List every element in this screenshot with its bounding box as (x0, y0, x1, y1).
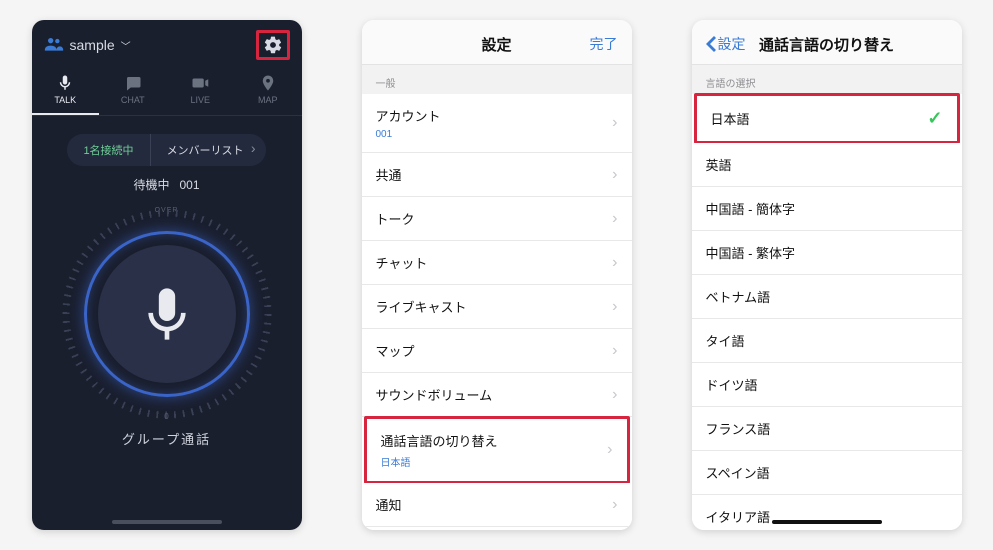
connected-count: 1名接続中 (67, 134, 149, 166)
row-label: トーク (376, 209, 415, 228)
settings-row[interactable]: メタデータ› (362, 527, 632, 530)
mic-icon (54, 74, 76, 92)
language-row[interactable]: フランス語 (692, 407, 962, 451)
language-row[interactable]: スペイン語 (692, 451, 962, 495)
nav-bar: 設定 通話言語の切り替え (692, 20, 962, 65)
language-row[interactable]: 中国語 - 繁体字 (692, 231, 962, 275)
settings-button-highlight (256, 30, 290, 60)
settings-row[interactable]: アカウント 001 › (362, 94, 632, 153)
mic-icon (139, 286, 195, 342)
chevron-right-icon: › (612, 254, 617, 272)
language-label: スペイン語 (706, 463, 770, 482)
chat-icon (122, 74, 144, 92)
status-pill: 1名接続中 メンバーリスト (32, 134, 302, 166)
tab-label: CHAT (121, 95, 145, 105)
nav-bar: 設定 完了 (362, 20, 632, 65)
settings-row[interactable]: チャット › (362, 241, 632, 285)
back-button[interactable]: 設定 (706, 34, 746, 54)
language-row[interactable]: タイ語 (692, 319, 962, 363)
ptt-button[interactable] (98, 245, 236, 383)
settings-row[interactable]: マップ › (362, 329, 632, 373)
back-label: 設定 (718, 34, 746, 54)
home-indicator (772, 520, 882, 524)
chevron-right-icon: › (607, 441, 612, 459)
row-label: ライブキャスト (376, 297, 467, 316)
tab-chat[interactable]: CHAT (99, 68, 167, 115)
language-row[interactable]: 英語 (692, 143, 962, 187)
video-icon (189, 74, 211, 92)
check-icon: ✓ (927, 108, 942, 129)
row-label: 通話言語の切り替え (381, 431, 498, 450)
chevron-right-icon: › (612, 298, 617, 316)
row-sublabel: 001 (376, 129, 441, 140)
row-label: 通知 (376, 495, 402, 514)
status-label: 待機中 (133, 178, 169, 192)
dial-zero-label: 0 (164, 412, 168, 421)
row-sublabel: 日本語 (381, 454, 498, 469)
pin-icon (257, 74, 279, 92)
screen-talk: sample ﹀ TALK CHAT LIVE MAP 1名接続中 (32, 20, 302, 530)
people-icon (44, 37, 64, 54)
chevron-right-icon: › (612, 386, 617, 404)
language-list[interactable]: 言語の選択日本語 ✓ 英語中国語 - 簡体字中国語 - 繁体字ベトナム語タイ語ドイツ… (692, 65, 962, 530)
username-label: sample (70, 37, 115, 53)
settings-row[interactable]: ライブキャスト › (362, 285, 632, 329)
screen-settings: 設定 完了 一般アカウント001›共通›トーク›チャット›ライブキャスト›マップ… (362, 20, 632, 530)
chevron-right-icon: › (612, 342, 617, 360)
screen-language: 設定 通話言語の切り替え 言語の選択日本語 ✓ 英語中国語 - 簡体字中国語 - 繁… (692, 20, 962, 530)
settings-row[interactable]: トーク › (362, 197, 632, 241)
language-label: 中国語 - 繁体字 (706, 243, 796, 262)
language-label: 中国語 - 簡体字 (706, 199, 796, 218)
settings-row[interactable]: サウンドボリューム › (362, 373, 632, 417)
row-label: アカウント (376, 106, 441, 125)
group-call-label: グループ通話 (32, 429, 302, 448)
language-label: フランス語 (706, 419, 771, 438)
header: sample ﹀ (32, 20, 302, 68)
status-id: 001 (179, 178, 199, 192)
settings-row[interactable]: 通知 › (362, 483, 632, 527)
chevron-right-icon: › (612, 114, 617, 132)
section-header-general: 一般 (362, 65, 632, 94)
language-label: イタリア語 (706, 507, 770, 526)
tab-bar: TALK CHAT LIVE MAP (32, 68, 302, 116)
language-label: ドイツ語 (706, 375, 758, 394)
language-row[interactable]: 日本語 ✓ (694, 93, 960, 144)
row-label: マップ (376, 341, 415, 360)
chevron-down-icon: ﹀ (121, 38, 131, 53)
language-row[interactable]: ベトナム語 (692, 275, 962, 319)
settings-row[interactable]: 通話言語の切り替え日本語 › (364, 416, 630, 484)
settings-row[interactable]: 共通 › (362, 153, 632, 197)
tab-map[interactable]: MAP (234, 68, 302, 115)
row-label: サウンドボリューム (376, 385, 493, 404)
language-label: 日本語 (711, 109, 750, 128)
section-header-language: 言語の選択 (692, 65, 962, 94)
ptt-dial: OVER 0 (62, 209, 272, 419)
done-button[interactable]: 完了 (590, 34, 618, 54)
language-row[interactable]: イタリア語 (692, 495, 962, 530)
tab-label: TALK (54, 95, 76, 105)
status-line: 待機中 001 (32, 176, 302, 193)
chevron-right-icon: › (612, 496, 617, 514)
language-row[interactable]: ドイツ語 (692, 363, 962, 407)
chevron-left-icon (706, 36, 716, 52)
member-list-button[interactable]: メンバーリスト (150, 134, 266, 166)
home-indicator (112, 520, 222, 524)
tab-label: LIVE (190, 95, 210, 105)
row-label: チャット (376, 253, 428, 272)
language-row[interactable]: 中国語 - 簡体字 (692, 187, 962, 231)
row-label: 共通 (376, 165, 402, 184)
language-label: ベトナム語 (706, 287, 771, 306)
language-label: 英語 (706, 155, 732, 174)
language-label: タイ語 (706, 331, 745, 350)
user-dropdown[interactable]: sample ﹀ (44, 37, 131, 54)
tab-talk[interactable]: TALK (32, 68, 100, 115)
tab-live[interactable]: LIVE (167, 68, 235, 115)
tab-label: MAP (258, 95, 278, 105)
chevron-right-icon: › (612, 210, 617, 228)
chevron-right-icon: › (612, 166, 617, 184)
settings-list[interactable]: 一般アカウント001›共通›トーク›チャット›ライブキャスト›マップ›サウンドボ… (362, 65, 632, 530)
gear-icon[interactable] (263, 35, 283, 55)
